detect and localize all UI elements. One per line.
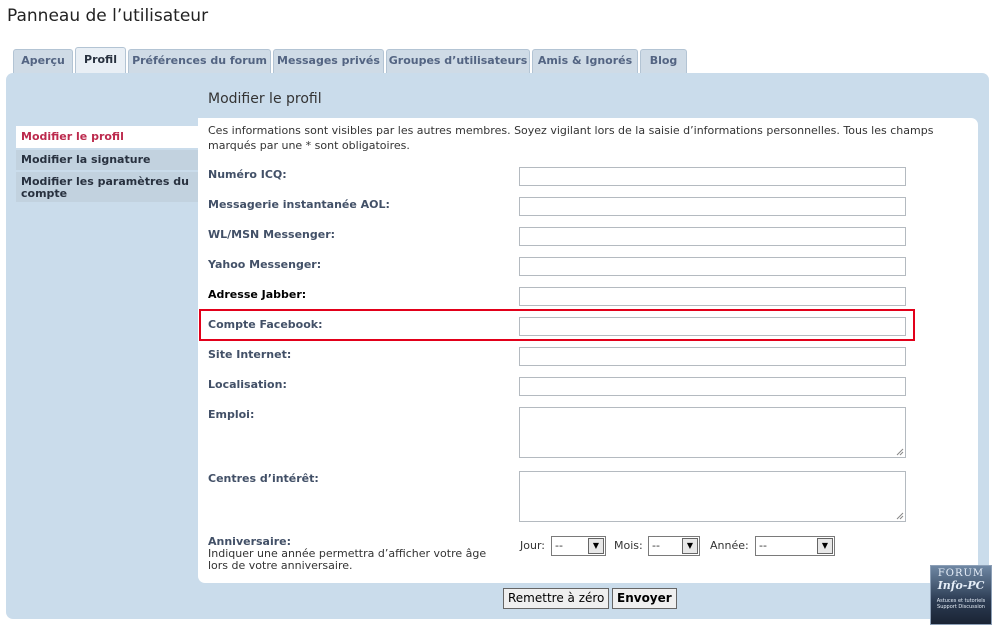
resize-grip-icon[interactable] (896, 512, 904, 520)
icq-label: Numéro ICQ: (208, 168, 287, 181)
reset-button[interactable]: Remettre à zéro (503, 588, 610, 609)
day-label: Jour: (520, 539, 545, 552)
sidebar-item-edit-profile[interactable]: Modifier le profil (16, 126, 198, 148)
day-select[interactable]: -- ▼ (551, 536, 606, 556)
chevron-down-icon: ▼ (682, 538, 698, 554)
birthday-label-block: Anniversaire: Indiquer une année permett… (208, 536, 508, 572)
location-field[interactable] (519, 377, 906, 396)
interests-label: Centres d’intérêt: (208, 472, 319, 485)
birthday-hint: Indiquer une année permettra d’afficher … (208, 547, 487, 572)
tab-user-groups[interactable]: Groupes d’utilisateurs (386, 49, 530, 73)
occupation-label: Emploi: (208, 408, 255, 421)
day-select-value: -- (555, 539, 563, 552)
jabber-field[interactable] (519, 287, 906, 306)
year-select[interactable]: -- ▼ (755, 536, 835, 556)
aol-label: Messagerie instantanée AOL: (208, 198, 390, 211)
month-select[interactable]: -- ▼ (648, 536, 700, 556)
tab-blog[interactable]: Blog (640, 49, 687, 73)
website-field[interactable] (519, 347, 906, 366)
yahoo-label: Yahoo Messenger: (208, 258, 322, 271)
year-select-value: -- (759, 539, 767, 552)
msn-label: WL/MSN Messenger: (208, 228, 336, 241)
icq-field[interactable] (519, 167, 906, 186)
tab-private-messages[interactable]: Messages privés (273, 49, 384, 73)
facebook-field[interactable] (519, 317, 906, 336)
interests-textarea[interactable] (519, 471, 906, 522)
msn-field[interactable] (519, 227, 906, 246)
aol-field[interactable] (519, 197, 906, 216)
yahoo-field[interactable] (519, 257, 906, 276)
page-title: Panneau de l’utilisateur (7, 6, 209, 26)
submit-button[interactable]: Envoyer (612, 588, 677, 609)
chevron-down-icon: ▼ (588, 538, 604, 554)
month-label: Mois: (614, 539, 643, 552)
tab-forum-preferences[interactable]: Préférences du forum (128, 49, 271, 73)
tab-overview[interactable]: Aperçu (13, 49, 73, 73)
intro-text: Ces informations sont visibles par les a… (208, 124, 934, 152)
occupation-textarea[interactable] (519, 407, 906, 458)
tab-friends-foes[interactable]: Amis & Ignorés (532, 49, 638, 73)
sidebar-item-edit-signature[interactable]: Modifier la signature (16, 150, 198, 170)
sidebar-item-account-settings[interactable]: Modifier les paramètres du compte (16, 172, 198, 202)
month-select-value: -- (652, 539, 660, 552)
tab-profile[interactable]: Profil (75, 47, 126, 73)
jabber-label: Adresse Jabber: (208, 288, 307, 301)
location-label: Localisation: (208, 378, 287, 391)
chevron-down-icon: ▼ (817, 538, 833, 554)
website-label: Site Internet: (208, 348, 292, 361)
year-label: Année: (710, 539, 749, 552)
facebook-label: Compte Facebook: (208, 318, 323, 331)
forum-info-pc-logo: FORUM Info-PC Astuces et tutoriels Suppo… (930, 565, 992, 625)
resize-grip-icon[interactable] (896, 448, 904, 456)
sidebar-nav: Modifier le profil Modifier la signature… (16, 126, 198, 204)
section-title: Modifier le profil (208, 91, 322, 107)
